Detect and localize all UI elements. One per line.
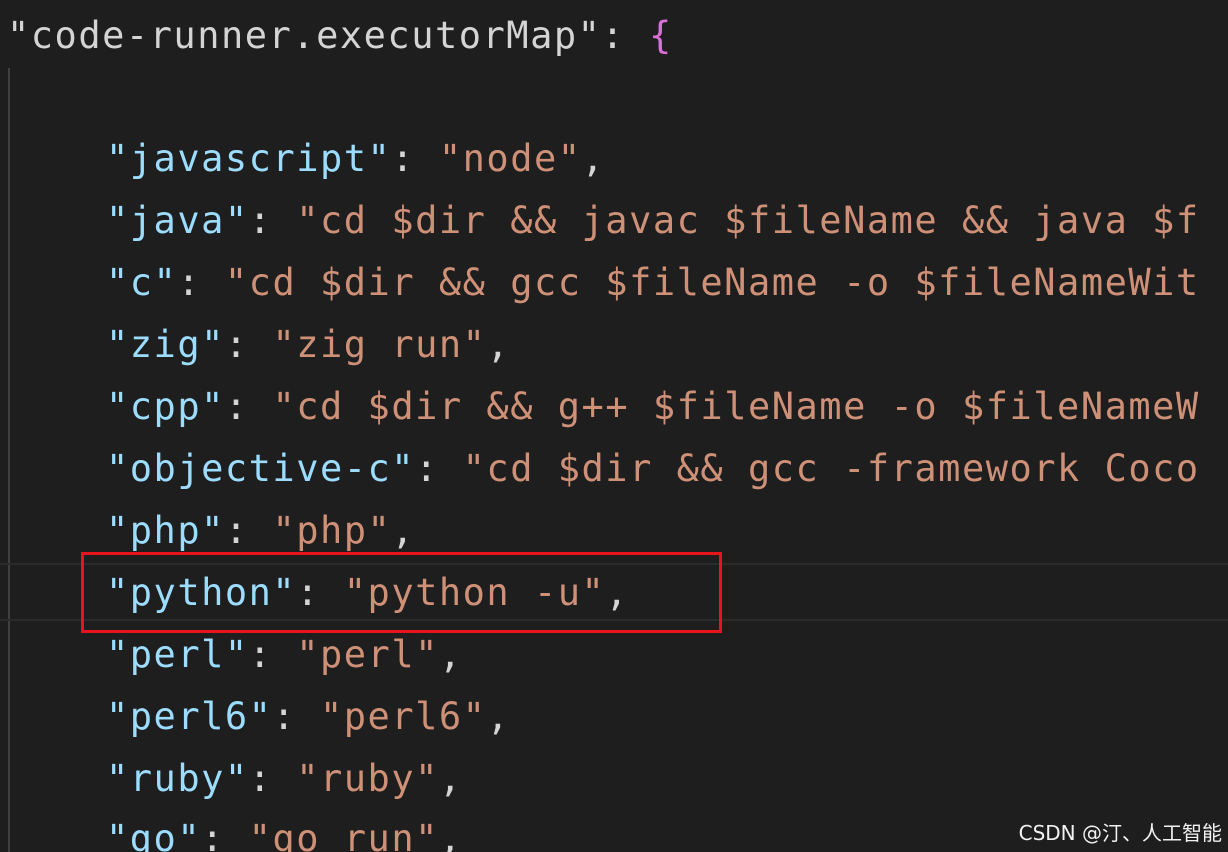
json-string-value: "php" bbox=[272, 509, 392, 552]
colon: : bbox=[248, 633, 297, 676]
json-string-value: "node" bbox=[438, 137, 582, 180]
colon: : bbox=[248, 199, 297, 242]
json-key: "go" bbox=[106, 817, 202, 852]
python-highlight-annotation bbox=[81, 552, 722, 633]
code-line-objective-c[interactable]: "objective-c": "cd $dir && gcc -framewor… bbox=[0, 438, 1228, 500]
open-brace: { bbox=[648, 14, 673, 57]
json-string-value: "ruby" bbox=[296, 757, 439, 800]
colon: : bbox=[248, 757, 297, 800]
code-editor[interactable]: "code-runner.executorMap": { "javascript… bbox=[0, 0, 1228, 852]
code-line-ruby[interactable]: "ruby": "ruby", bbox=[0, 748, 1228, 810]
code-line-javascript[interactable]: "javascript": "node", bbox=[0, 128, 1228, 190]
comma: , bbox=[486, 695, 511, 738]
code-line-perl6[interactable]: "perl6": "perl6", bbox=[0, 686, 1228, 748]
colon: : bbox=[415, 447, 463, 490]
comma: , bbox=[438, 757, 463, 800]
json-string-value: "cd $dir && g++ $fileName -o $fileNameW bbox=[272, 385, 1200, 428]
colon: : bbox=[224, 509, 273, 552]
code-line-header[interactable]: "code-runner.executorMap": { bbox=[0, 5, 1228, 67]
comma: , bbox=[438, 633, 463, 676]
json-key: "perl6" bbox=[106, 695, 273, 738]
json-key: "c" bbox=[106, 261, 178, 304]
csdn-watermark: CSDN @汀、人工智能 bbox=[1018, 821, 1222, 845]
comma: , bbox=[391, 509, 416, 552]
json-string-value: "cd $dir && gcc $fileName -o $fileNameWi… bbox=[224, 261, 1200, 304]
colon: : bbox=[272, 695, 320, 738]
code-line-perl[interactable]: "perl": "perl", bbox=[0, 624, 1228, 686]
json-string-value: "cd $dir && gcc -framework Coco bbox=[462, 447, 1200, 490]
colon: : bbox=[601, 14, 649, 57]
json-key: "zig" bbox=[106, 323, 225, 366]
code-line-cpp[interactable]: "cpp": "cd $dir && g++ $fileName -o $fil… bbox=[0, 376, 1228, 438]
setting-key: "code-runner.executorMap" bbox=[7, 14, 602, 57]
code-line-c[interactable]: "c": "cd $dir && gcc $fileName -o $fileN… bbox=[0, 252, 1228, 314]
code-line-java[interactable]: "java": "cd $dir && javac $fileName && j… bbox=[0, 190, 1228, 252]
code-line-zig[interactable]: "zig": "zig run", bbox=[0, 314, 1228, 376]
json-string-value: "perl6" bbox=[320, 695, 487, 738]
json-key: "perl" bbox=[106, 633, 249, 676]
colon: : bbox=[177, 261, 225, 304]
colon: : bbox=[224, 323, 273, 366]
json-string-value: "cd $dir && javac $fileName && java $f bbox=[296, 199, 1200, 242]
comma: , bbox=[581, 137, 606, 180]
json-string-value: "zig run" bbox=[272, 323, 487, 366]
json-key: "objective-c" bbox=[106, 447, 416, 490]
json-string-value: "go run" bbox=[248, 817, 439, 852]
json-string-value: "perl" bbox=[296, 633, 439, 676]
json-key: "ruby" bbox=[106, 757, 249, 800]
colon: : bbox=[201, 817, 249, 852]
colon: : bbox=[391, 137, 439, 180]
colon: : bbox=[224, 385, 273, 428]
comma: , bbox=[438, 817, 463, 852]
json-key: "php" bbox=[106, 509, 225, 552]
json-key: "javascript" bbox=[106, 137, 392, 180]
comma: , bbox=[486, 323, 511, 366]
json-key: "cpp" bbox=[106, 385, 225, 428]
json-key: "java" bbox=[106, 199, 249, 242]
